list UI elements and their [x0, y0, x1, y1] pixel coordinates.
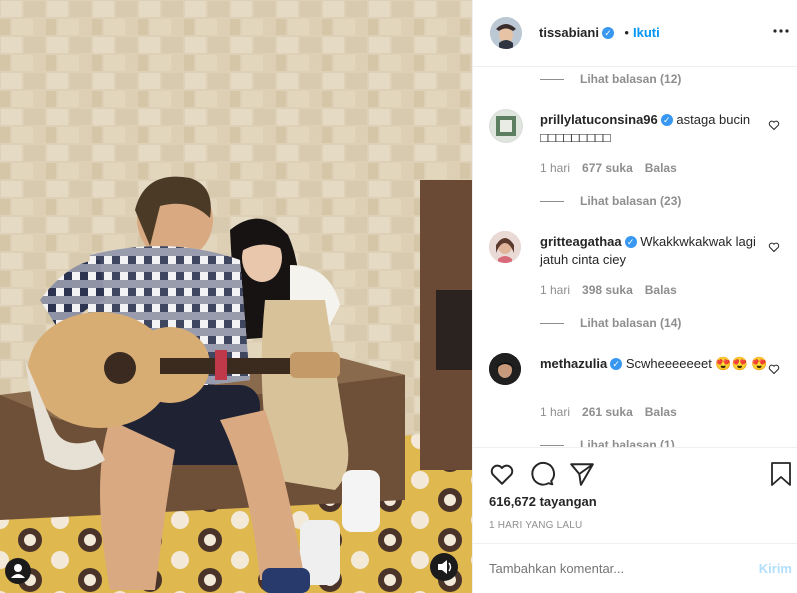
commenter-avatar-image — [490, 110, 522, 142]
view-replies-label: Lihat balasan (12) — [580, 72, 682, 86]
view-replies-button[interactable]: Lihat balasan (12) — [540, 72, 681, 86]
follow-button[interactable]: Ikuti — [633, 25, 660, 40]
comment-text-block: methazulia ✓ Scwheeeeeeet 😍😍 😍 — [540, 355, 768, 373]
commenter-avatar[interactable] — [489, 353, 521, 385]
comment-time: 1 hari — [540, 283, 571, 297]
post-side-panel: tissabiani✓ •Ikuti Lihat balasan (12) — [472, 0, 797, 593]
replies-line — [540, 323, 564, 325]
commenter-username[interactable]: methazulia — [540, 356, 607, 371]
comment-like-icon[interactable] — [768, 363, 780, 375]
bookmark-icon[interactable] — [769, 461, 793, 487]
verified-badge-icon: ✓ — [601, 27, 614, 39]
reply-button[interactable]: Balas — [645, 283, 677, 297]
post-comment-button[interactable]: Kirim — [759, 561, 792, 576]
view-replies-label: Lihat balasan (23) — [580, 194, 682, 208]
comments-list[interactable]: Lihat balasan (12) prillylatuconsina96 ✓ … — [473, 67, 797, 447]
comment-like-icon[interactable] — [768, 119, 780, 131]
view-replies-button[interactable]: Lihat balasan (14) — [540, 316, 681, 330]
share-icon[interactable] — [569, 461, 595, 487]
commenter-avatar[interactable] — [489, 231, 521, 263]
author-username[interactable]: tissabiani — [539, 25, 599, 40]
view-replies-button[interactable]: Lihat balasan (1) — [540, 438, 675, 447]
comment-input[interactable] — [489, 558, 729, 578]
post-header: tissabiani ✓ • Ikuti — [473, 0, 797, 67]
view-replies-label: Lihat balasan (14) — [580, 316, 682, 330]
comment-time: 1 hari — [540, 161, 571, 175]
comment-meta: 1 hari 261 suka Balas — [540, 405, 677, 419]
author-avatar[interactable] — [490, 17, 522, 49]
reply-button[interactable]: Balas — [645, 405, 677, 419]
user-tag-icon[interactable] — [5, 558, 31, 584]
comment-icon[interactable] — [529, 461, 555, 487]
commenter-avatar-image — [489, 231, 521, 263]
post-actions: 616,672 tayangan 1 HARI YANG LALU — [473, 447, 797, 543]
comment-text-block: prillylatuconsina96 ✓ astaga bucin □□□□□□… — [540, 111, 768, 147]
commenter-avatar[interactable] — [489, 109, 523, 143]
speaker-icon[interactable] — [430, 553, 458, 581]
commenter-username[interactable]: prillylatuconsina96 — [540, 112, 658, 127]
more-options-icon[interactable] — [772, 22, 790, 40]
comment-text: Scwheeeeeeet 😍😍 😍 — [625, 356, 768, 371]
replies-line — [540, 201, 564, 203]
comment-likes[interactable]: 261 suka — [582, 405, 633, 419]
comment-likes[interactable]: 677 suka — [582, 161, 633, 175]
view-count[interactable]: 616,672 tayangan — [489, 494, 597, 509]
more-options-glyph — [773, 29, 789, 33]
dot-separator: • — [624, 25, 629, 40]
verified-badge-icon: ✓ — [624, 236, 637, 248]
author-avatar-image — [490, 17, 522, 49]
add-comment-bar: Kirim — [473, 543, 797, 593]
commenter-avatar-image — [489, 353, 521, 385]
verified-badge-icon: ✓ — [610, 358, 623, 370]
post-time: 1 HARI YANG LALU — [489, 520, 583, 531]
comment-meta: 1 hari 398 suka Balas — [540, 283, 677, 297]
speaker-glyph — [438, 560, 452, 574]
heart-icon[interactable] — [489, 461, 515, 487]
view-replies-button[interactable]: Lihat balasan (23) — [540, 194, 681, 208]
user-tag-glyph — [11, 564, 25, 578]
reply-button[interactable]: Balas — [645, 161, 677, 175]
view-replies-label: Lihat balasan (1) — [580, 438, 675, 447]
video-frame-image — [0, 0, 472, 593]
post-video[interactable] — [0, 0, 472, 593]
replies-line — [540, 79, 564, 81]
commenter-username[interactable]: gritteagathaa — [540, 234, 622, 249]
comment-text-block: gritteagathaa ✓ Wkakkwkakwak lagi jatuh c… — [540, 233, 768, 269]
verified-badge-icon: ✓ — [660, 114, 673, 126]
comment-likes[interactable]: 398 suka — [582, 283, 633, 297]
comment-time: 1 hari — [540, 405, 571, 419]
comment-like-icon[interactable] — [768, 241, 780, 253]
comment-meta: 1 hari 677 suka Balas — [540, 161, 677, 175]
